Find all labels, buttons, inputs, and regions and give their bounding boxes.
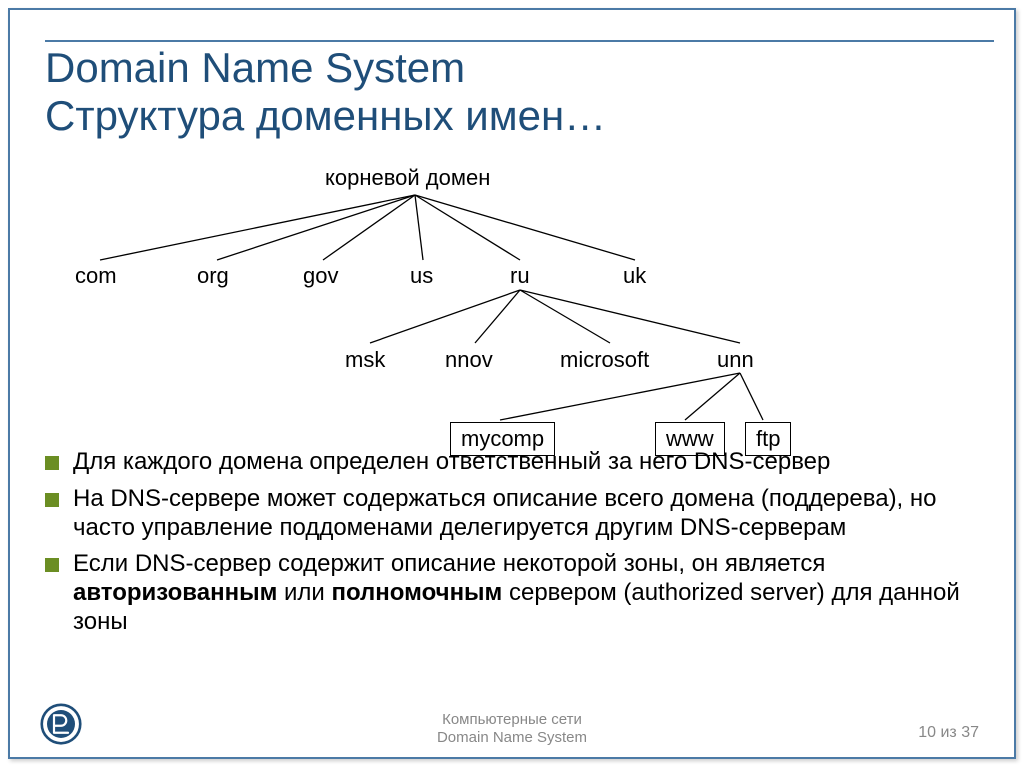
domain-nnov: nnov [445,347,493,373]
bullet-list: Для каждого домена определен ответственн… [45,448,984,645]
footer: Компьютерные сети Domain Name System [10,711,1014,747]
dns-tree-diagram: корневой домен com org gov us ru uk msk … [45,165,825,425]
tld-org: org [197,263,229,289]
bullet-text: Если DNS-сервер содержит описание некото… [73,550,984,636]
slide-title-line2: Структура доменных имен… [45,92,606,140]
domain-unn: unn [717,347,754,373]
footer-line1: Компьютерные сети [10,711,1014,729]
bullet-item: На DNS-сервере может содержаться описани… [45,485,984,543]
page-number: 10 из 37 [918,724,979,742]
bullet-item: Для каждого домена определен ответственн… [45,448,984,477]
bullet-icon [45,456,59,470]
bullet-icon [45,493,59,507]
logo-icon [40,703,82,745]
slide-title-line1: Domain Name System [45,45,465,91]
tld-us: us [410,263,433,289]
bullet-text: Для каждого домена определен ответственн… [73,448,830,477]
tld-com: com [75,263,117,289]
bullet-icon [45,558,59,572]
bullet-text: На DNS-сервере может содержаться описани… [73,485,984,543]
domain-microsoft: microsoft [560,347,649,373]
footer-line2: Domain Name System [10,729,1014,747]
tld-uk: uk [623,263,646,289]
bullet-item: Если DNS-сервер содержит описание некото… [45,550,984,636]
tld-gov: gov [303,263,338,289]
tld-ru: ru [510,263,530,289]
domain-msk: msk [345,347,385,373]
